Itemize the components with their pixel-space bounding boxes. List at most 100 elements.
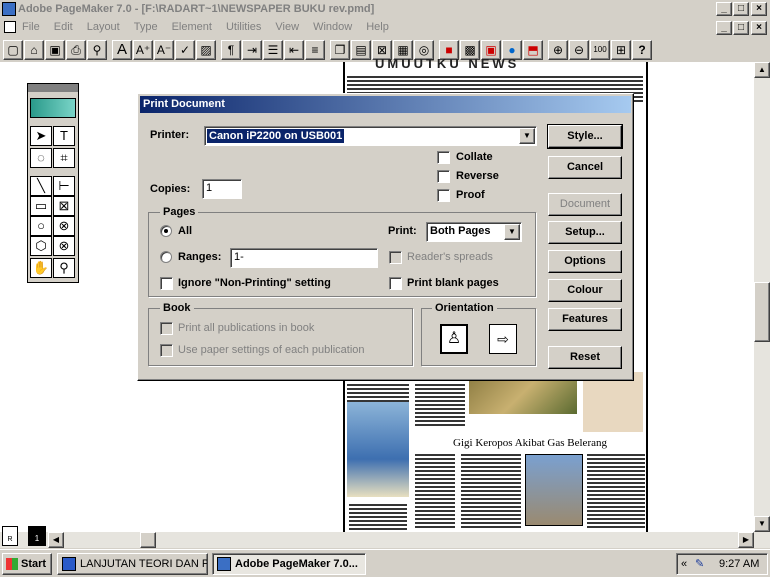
font-larger-icon[interactable]: A⁺ [133, 40, 153, 60]
task-pagemaker[interactable]: Adobe PageMaker 7.0... [212, 553, 366, 575]
horizontal-scroll-thumb[interactable] [140, 532, 156, 548]
print-select[interactable]: Both Pages ▼ [426, 222, 522, 242]
paste-icon[interactable]: ▤ [351, 40, 371, 60]
ignore-nonprinting-checkbox[interactable] [160, 277, 173, 290]
menu-type[interactable]: Type [134, 21, 158, 33]
landscape-icon[interactable]: ⇨ [489, 324, 517, 354]
colour-button[interactable]: Colour [548, 279, 622, 302]
rotate-icon[interactable]: ◌ [30, 148, 52, 168]
scroll-up-icon[interactable]: ▲ [754, 62, 770, 78]
chevron-down-icon[interactable]: ▼ [504, 224, 520, 240]
close-button[interactable]: × [751, 2, 767, 16]
page-1-icon[interactable]: 1 [28, 526, 46, 546]
help-icon[interactable]: ? [632, 40, 652, 60]
print-blank-checkbox[interactable] [389, 277, 402, 290]
document-button[interactable]: Document [548, 193, 622, 216]
book-paper-label[interactable]: Use paper settings of each publication [178, 344, 365, 356]
font-icon[interactable]: A [112, 40, 132, 60]
hand-icon[interactable]: ✋ [30, 258, 52, 278]
readers-spreads-checkbox[interactable] [389, 251, 402, 264]
reset-button[interactable]: Reset [548, 346, 622, 369]
ranges-radio[interactable] [160, 251, 172, 263]
line-icon[interactable]: ╲ [30, 176, 52, 196]
print-blank-label[interactable]: Print blank pages [407, 277, 499, 289]
tray-app-icon[interactable]: ✎ [695, 554, 704, 574]
document-icon[interactable] [4, 21, 16, 33]
menu-help[interactable]: Help [366, 21, 389, 33]
task-word[interactable]: LANJUTAN TEORI DAN P... [57, 553, 208, 575]
maximize-button[interactable]: □ [733, 2, 749, 16]
crop-icon[interactable]: ⌗ [53, 148, 75, 168]
chevron-down-icon[interactable]: ▼ [519, 128, 535, 144]
text-tool-icon[interactable]: T [53, 126, 75, 146]
scroll-left-icon[interactable]: ◀ [48, 532, 64, 548]
copy-icon[interactable]: ❐ [330, 40, 350, 60]
scroll-down-icon[interactable]: ▼ [754, 516, 770, 532]
rectangle-icon[interactable]: ▭ [30, 196, 52, 216]
fill-icon[interactable]: ▨ [196, 40, 216, 60]
readers-spreads-label[interactable]: Reader's spreads [407, 251, 493, 263]
master-page-icon[interactable]: R [2, 526, 18, 546]
vertical-scroll-thumb[interactable] [754, 282, 770, 342]
start-button[interactable]: Start [2, 553, 52, 575]
find-icon[interactable]: ⚲ [87, 40, 107, 60]
features-button[interactable]: Features [548, 308, 622, 331]
pointer-icon[interactable]: ➤ [30, 126, 52, 146]
paragraph-icon[interactable]: ¶ [221, 40, 241, 60]
all-radio[interactable] [160, 225, 172, 237]
bullets-icon[interactable]: ☰ [263, 40, 283, 60]
portrait-icon[interactable]: ♙ [440, 324, 468, 354]
zoom-icon[interactable]: ⚲ [53, 258, 75, 278]
tray-expand-icon[interactable]: « [681, 554, 687, 574]
menu-edit[interactable]: Edit [54, 21, 73, 33]
polygon-icon[interactable]: ⬡ [30, 236, 52, 256]
proof-checkbox[interactable] [437, 189, 450, 202]
vertical-scrollbar[interactable]: ▲ ▼ [754, 62, 770, 548]
horizontal-scrollbar[interactable]: R 1 ◀ ▶ [0, 526, 754, 548]
outdent-icon[interactable]: ⇤ [284, 40, 304, 60]
ellipse-frame-icon[interactable]: ⊗ [53, 216, 75, 236]
rectangle-frame-icon[interactable]: ⊠ [53, 196, 75, 216]
collate-label[interactable]: Collate [456, 151, 493, 163]
font-smaller-icon[interactable]: A⁻ [154, 40, 174, 60]
book-all-checkbox[interactable] [160, 322, 173, 335]
align-icon[interactable]: ≡ [305, 40, 325, 60]
reverse-checkbox[interactable] [437, 170, 450, 183]
doc-close-button[interactable]: × [751, 21, 767, 35]
printer-select[interactable]: Canon iP2200 on USB001 ▼ [204, 126, 537, 146]
options-button[interactable]: Options [548, 250, 622, 273]
save-icon[interactable]: ▣ [45, 40, 65, 60]
ellipse-icon[interactable]: ○ [30, 216, 52, 236]
reverse-label[interactable]: Reverse [456, 170, 499, 182]
menu-element[interactable]: Element [172, 21, 212, 33]
all-label[interactable]: All [178, 225, 192, 237]
open-icon[interactable]: ⌂ [24, 40, 44, 60]
ignore-nonprinting-label[interactable]: Ignore "Non-Printing" setting [178, 277, 331, 289]
book-all-label[interactable]: Print all publications in book [178, 322, 314, 334]
menu-layout[interactable]: Layout [87, 21, 120, 33]
menu-view[interactable]: View [275, 21, 299, 33]
style-button[interactable]: Style... [547, 124, 623, 149]
indent-icon[interactable]: ⇥ [242, 40, 262, 60]
constrained-line-icon[interactable]: ⊢ [53, 176, 75, 196]
ranges-input[interactable]: 1- [230, 248, 378, 268]
copies-input[interactable]: 1 [202, 179, 242, 199]
clock[interactable]: 9:27 AM [719, 554, 759, 574]
polygon-frame-icon[interactable]: ⊗ [53, 236, 75, 256]
menu-window[interactable]: Window [313, 21, 352, 33]
print-icon[interactable]: ⎙ [66, 40, 86, 60]
minimize-button[interactable]: _ [716, 2, 732, 16]
scroll-right-icon[interactable]: ▶ [738, 532, 754, 548]
proof-label[interactable]: Proof [456, 189, 485, 201]
new-icon[interactable]: ▢ [3, 40, 23, 60]
collate-checkbox[interactable] [437, 151, 450, 164]
ranges-label[interactable]: Ranges: [178, 251, 221, 263]
book-paper-checkbox[interactable] [160, 344, 173, 357]
menu-utilities[interactable]: Utilities [226, 21, 261, 33]
cancel-button[interactable]: Cancel [548, 156, 622, 179]
setup-button[interactable]: Setup... [548, 221, 622, 244]
spelling-icon[interactable]: ✓ [175, 40, 195, 60]
doc-minimize-button[interactable]: _ [716, 21, 732, 35]
menu-file[interactable]: File [22, 21, 40, 33]
doc-restore-button[interactable]: □ [733, 21, 749, 35]
